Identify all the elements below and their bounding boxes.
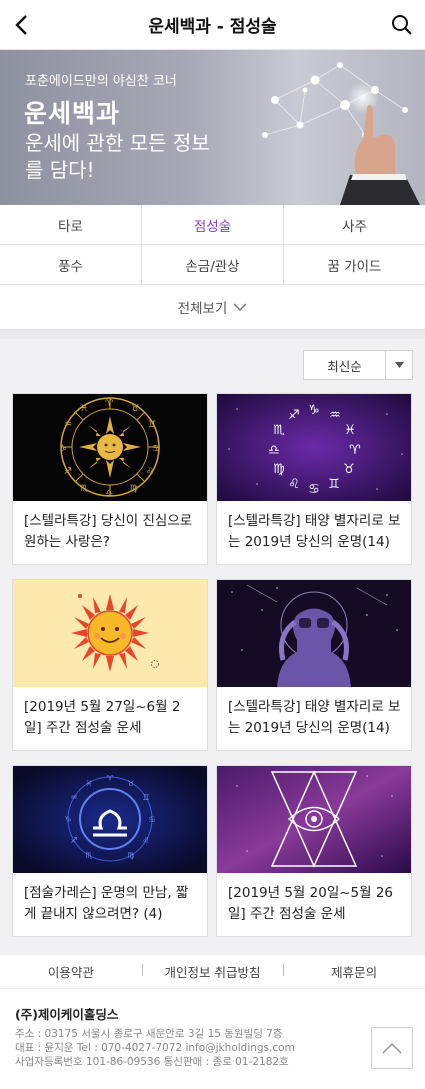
stargazer-image [217, 580, 411, 687]
svg-text:♑: ♑ [59, 444, 67, 454]
svg-text:♊: ♊ [142, 793, 149, 802]
sort-selected: 최신순 [304, 351, 386, 379]
article-title: [점술가레슨] 운명의 만남, 짧게 끝내지 않으려면? (4) [24, 885, 189, 922]
banner-kicker: 포춘에이드만의 야심찬 코너 [25, 74, 177, 89]
svg-text:♊: ♊ [148, 420, 156, 430]
article-title: [스텔라특강] 당신이 진심으로 원하는 사랑은? [24, 513, 193, 550]
svg-text:♎: ♎ [105, 489, 113, 499]
svg-text:♋: ♋ [148, 815, 155, 824]
svg-text:♐: ♐ [288, 408, 300, 423]
svg-text:♍: ♍ [273, 462, 285, 477]
svg-text:♉: ♉ [131, 404, 139, 414]
category-fengshui[interactable]: 풍수 [0, 245, 142, 284]
svg-text:♒: ♒ [70, 793, 77, 802]
page-title: 운세백과 - 점성술 [148, 17, 277, 37]
article-card[interactable]: ♈ ♉ ♊ ♋ ♌ ♍ ♏ ♐ ♑ ♒ ♓ [점술가레슨] 운명의 만남, 짧게 끝내지 않으려… [12, 765, 208, 937]
svg-text:♑: ♑ [308, 403, 320, 418]
svg-text:♒: ♒ [329, 408, 341, 423]
category-tarot[interactable]: 타로 [0, 205, 142, 244]
mystic-eye-triangle-image [217, 766, 411, 873]
network-hand-illustration [262, 62, 420, 205]
section-divider [0, 329, 425, 339]
svg-text:♍: ♍ [130, 484, 138, 494]
svg-text:♉: ♉ [343, 462, 355, 477]
article-title: [2019년 5월 20일~5월 26일] 주간 점성술 운세 [228, 885, 394, 922]
category-astrology[interactable]: 점성술 [142, 205, 284, 244]
hero-banner[interactable]: 포춘에이드만의 야심찬 코너 운세백과 운세에 관한 모든 정보를 담다! [0, 50, 425, 205]
zodiac-circle-purple-image: ♑ ♒♓ ♈ ♉♊ ♋ ♌ ♍ ♎ ♏♐ [217, 394, 411, 501]
category-saju[interactable]: 사주 [284, 205, 425, 244]
category-palmistry[interactable]: 손금/관상 [142, 245, 284, 284]
svg-text:♈: ♈ [105, 399, 114, 409]
banner-title: 운세백과 [24, 99, 121, 128]
article-list-section: 최신순 ♈ ♉ ♊ ♋ ♌ ♍ ♎ ♏ ♐ ♑ ♒ ♓ [스텔라특강] 당신이 … [0, 339, 425, 955]
banner-subtitle: 운세에 관한 모든 정보를 담다! [25, 131, 210, 182]
article-card[interactable]: ♑ ♒ ♓ ♈ ♉ ♊ ♋ ♌ ♍ ♎ ♏ ♐ [스텔라특강] 태양 별자리로 보는 2019년 … [216, 393, 412, 565]
category-row: 풍수 손금/관상 꿈 가이드 [0, 245, 425, 285]
svg-text:♏: ♏ [273, 423, 285, 438]
svg-text:♋: ♋ [152, 444, 160, 454]
view-all-label: 전체보기 [177, 301, 228, 317]
sort-dropdown[interactable]: 최신순 [303, 350, 413, 380]
company-registration: 사업자등록번호 101-86-09536 통신판매 : 종로 01-2182호 [15, 1056, 289, 1068]
app-header: 운세백과 - 점성술 [0, 0, 425, 50]
svg-text:♐: ♐ [70, 836, 77, 845]
article-card[interactable]: [2019년 5월 27일~6월 2일] 주간 점성술 운세 [12, 579, 208, 751]
article-card[interactable]: ♈ ♉ ♊ ♋ ♌ ♍ ♎ ♏ ♐ ♑ ♒ ♓ [스텔라특강] 당신이 진심으로 원하는 사랑은? [12, 393, 208, 565]
category-dream-guide[interactable]: 꿈 가이드 [284, 245, 425, 284]
svg-text:♏: ♏ [85, 851, 93, 860]
svg-text:♈: ♈ [106, 774, 113, 783]
svg-text:♌: ♌ [146, 467, 154, 477]
article-title: [스텔라특강] 태양 별자리로 보는 2019년 당신의 운명(14) [228, 699, 401, 736]
company-name: (주)제이케이홀딩스 [15, 1007, 119, 1022]
category-menu: 타로 점성술 사주 풍수 손금/관상 꿈 가이드 전체보기 [0, 205, 425, 329]
search-icon [392, 15, 412, 35]
svg-text:♋: ♋ [308, 482, 320, 497]
company-contact: 대표 : 윤지운 Tel : 070-4027-7072 info@jkhold… [15, 1042, 295, 1054]
company-address: 주소 : 03175 서울시 종로구 새문안로 3길 15 동원빌딩 7층 [15, 1028, 283, 1040]
libra-glow-image: ♈ ♉ ♊ ♋ ♌ ♍ ♏ ♐ ♑ ♒ ♓ [13, 766, 207, 873]
scroll-top-button[interactable] [371, 1027, 413, 1069]
svg-text:♌: ♌ [288, 477, 300, 492]
svg-text:♏: ♏ [80, 484, 88, 494]
terms-link[interactable]: 이용약관 [0, 962, 142, 981]
article-card[interactable]: [2019년 5월 20일~5월 26일] 주간 점성술 운세 [216, 765, 412, 937]
view-all-button[interactable]: 전체보기 [0, 285, 425, 329]
svg-text:♊: ♊ [328, 477, 340, 492]
article-title: [2019년 5월 27일~6월 2일] 주간 점성술 운세 [24, 699, 181, 736]
svg-text:♑: ♑ [64, 815, 71, 824]
dropdown-arrow-icon [386, 351, 412, 379]
partnership-link[interactable]: 제휴문의 [283, 962, 425, 981]
svg-text:♓: ♓ [344, 423, 356, 438]
chevron-down-icon [233, 302, 247, 311]
svg-text:♒: ♒ [64, 420, 72, 430]
article-card[interactable]: [스텔라특강] 태양 별자리로 보는 2019년 당신의 운명(14) [216, 579, 412, 751]
svg-text:♈: ♈ [349, 443, 361, 458]
svg-text:♎: ♎ [268, 443, 280, 458]
svg-text:♌: ♌ [142, 836, 149, 845]
svg-text:♐: ♐ [64, 467, 72, 477]
category-row: 타로 점성술 사주 [0, 205, 425, 245]
svg-text:♉: ♉ [127, 779, 134, 788]
article-title: [스텔라특강] 태양 별자리로 보는 2019년 당신의 운명(14) [228, 513, 401, 550]
svg-text:♓: ♓ [80, 404, 88, 414]
privacy-link[interactable]: 개인정보 취급방침 [141, 962, 284, 981]
company-info: 주소 : 03175 서울시 종로구 새문안로 3길 15 동원빌딩 7층 대표… [15, 1027, 345, 1069]
footer-links: 이용약관 개인정보 취급방침 제휴문의 [0, 955, 425, 989]
search-button[interactable] [389, 11, 415, 39]
article-grid: ♈ ♉ ♊ ♋ ♌ ♍ ♎ ♏ ♐ ♑ ♒ ♓ [스텔라특강] 당신이 진심으로 원하는 사랑은?… [12, 393, 413, 937]
svg-text:♍: ♍ [127, 851, 134, 860]
zodiac-sun-wheel-image: ♈ ♉ ♊ ♋ ♌ ♍ ♎ ♏ ♐ ♑ ♒ ♓ [13, 394, 207, 501]
chevron-up-icon [382, 1042, 402, 1054]
svg-text:♓: ♓ [85, 779, 92, 788]
smiling-sun-image [13, 580, 207, 687]
